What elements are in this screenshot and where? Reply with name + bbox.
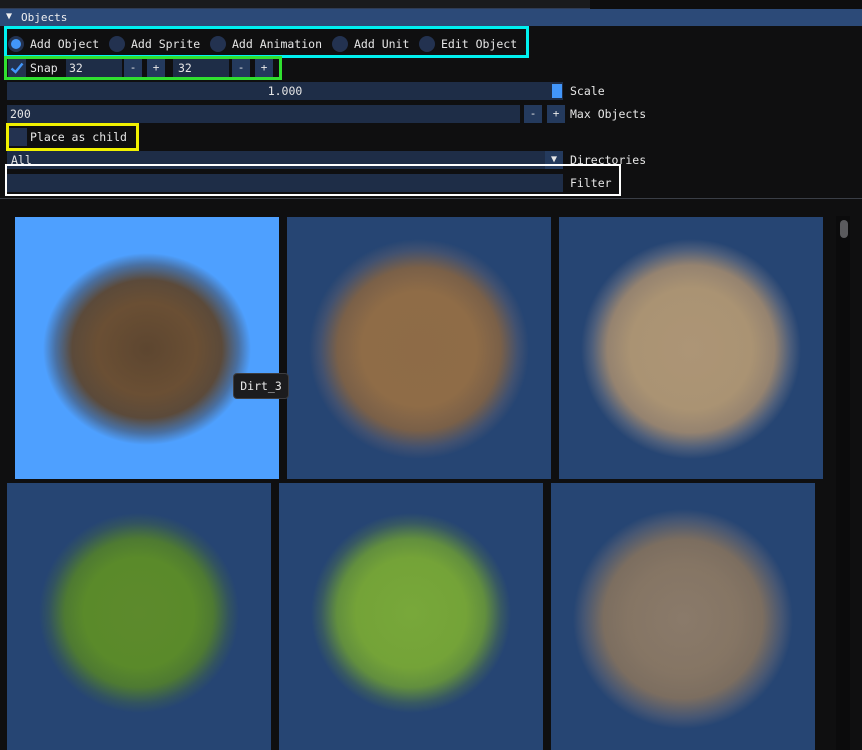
grass-dark-texture — [39, 513, 239, 713]
scale-slider-grab[interactable] — [552, 84, 562, 98]
dirt-gravel-texture — [573, 509, 793, 729]
asset-tile-dirt-3[interactable] — [15, 217, 279, 479]
asset-tile-grass-light[interactable] — [279, 483, 543, 750]
max-objects-minus-button[interactable]: - — [524, 105, 542, 123]
place-as-child-highlight — [6, 123, 139, 151]
max-objects-label: Max Objects — [570, 107, 647, 121]
asset-tile-dirt-medium[interactable] — [287, 217, 551, 479]
window-header[interactable] — [0, 9, 862, 26]
scale-label: Scale — [570, 84, 605, 98]
dirt-dark-texture — [43, 253, 251, 445]
asset-tile-dirt-gravel[interactable] — [551, 483, 815, 750]
previous-panel-edge — [0, 0, 590, 9]
max-objects-value: 200 — [10, 107, 31, 121]
filter-row-highlight — [5, 164, 621, 196]
mode-selection-highlight — [4, 26, 529, 58]
collapse-arrow-icon[interactable]: ▼ — [6, 11, 12, 22]
asset-tooltip: Dirt_3 — [233, 373, 289, 399]
window-title: Objects — [21, 11, 68, 24]
separator — [0, 198, 862, 199]
scrollbar[interactable] — [836, 216, 850, 750]
max-objects-plus-button[interactable]: + — [547, 105, 565, 123]
dirt-light-texture — [581, 239, 801, 459]
scrollbar-thumb[interactable] — [840, 220, 848, 238]
scale-slider[interactable]: 1.000 — [7, 82, 563, 100]
asset-tile-dirt-light[interactable] — [559, 217, 823, 479]
max-objects-input[interactable]: 200 — [7, 105, 520, 123]
scale-value: 1.000 — [267, 84, 303, 98]
asset-tile-grass-dark[interactable] — [7, 483, 271, 750]
snap-row-highlight — [4, 56, 282, 80]
dirt-medium-texture — [309, 239, 529, 459]
grass-light-texture — [311, 513, 511, 713]
